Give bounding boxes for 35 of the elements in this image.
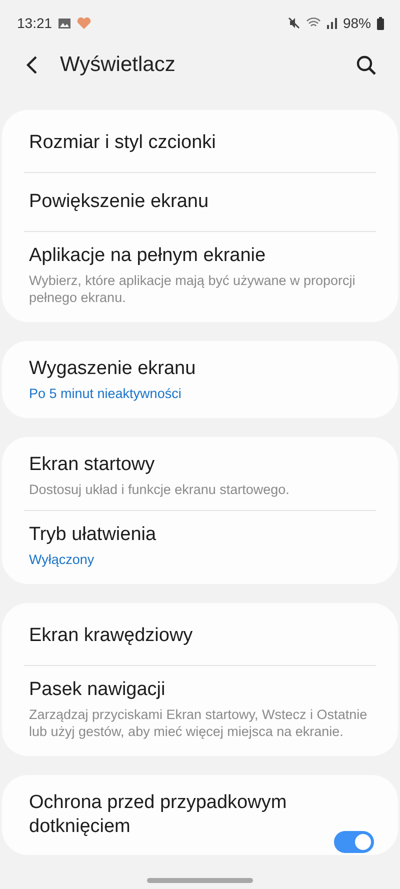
settings-item[interactable]: Tryb ułatwienia Wyłączony <box>2 511 398 580</box>
item-description: Zarządzaj przyciskami Ekran startowy, Wstecz i Ostatnie lub użyj gestów, aby mieć więcej miejsca na ekranie. <box>29 706 368 740</box>
wifi-icon <box>306 17 321 29</box>
signal-icon <box>326 18 337 28</box>
settings-item[interactable]: Ekran krawędziowy <box>2 607 398 665</box>
settings-item[interactable]: Rozmiar i styl czcionki <box>2 114 398 172</box>
item-description: Dostosuj układ i funkcje ekranu startowego. <box>29 481 290 498</box>
item-title: Ekran startowy <box>29 453 156 477</box>
settings-item[interactable]: Aplikacje na pełnym ekranie Wybierz, które aplikacje mają być używane w proporcji pełnego ekranu. <box>2 232 398 318</box>
item-value: Wyłączony <box>29 551 96 568</box>
settings-item[interactable]: Powiększenie ekranu <box>2 173 398 231</box>
settings-item[interactable]: Ekran startowy Dostosuj układ i funkcje ekranu startowego. <box>2 441 398 510</box>
item-title: Tryb ułatwienia <box>29 523 158 547</box>
item-title: Ekran krawędziowy <box>29 624 194 648</box>
item-value: Po 5 minut nieaktywności <box>29 385 182 402</box>
mute-icon <box>288 17 300 29</box>
status-time: 13:21 <box>17 15 52 31</box>
page-title: Wyświetlacz <box>60 53 176 77</box>
image-icon <box>58 18 72 28</box>
back-button[interactable] <box>26 55 38 75</box>
item-title: Wygaszenie ekranu <box>29 357 197 381</box>
settings-item[interactable]: Wygaszenie ekranu Po 5 minut nieaktywności <box>2 345 398 414</box>
search-button[interactable] <box>356 55 376 75</box>
item-title: Powiększenie ekranu <box>29 190 210 214</box>
settings-item[interactable]: Ochrona przed przypadkowym dotknięciem <box>2 779 398 851</box>
battery-icon <box>377 16 384 30</box>
item-title: Aplikacje na pełnym ekranie <box>29 244 267 268</box>
battery-percent: 98% <box>342 15 371 31</box>
item-description: Wybierz, które aplikacje mają być używane w proporcji pełnego ekranu. <box>29 272 356 306</box>
heart-icon <box>77 17 92 29</box>
item-title: Ochrona przed przypadkowym dotknięciem <box>29 791 288 839</box>
item-title: Rozmiar i styl czcionki <box>29 131 217 155</box>
item-title: Pasek nawigacji <box>29 678 166 702</box>
settings-item[interactable]: Pasek nawigacji Zarządzaj przyciskami Ekran startowy, Wstecz i Ostatnie lub użyj gestów, aby mieć więcej miejsca na ekranie. <box>2 666 398 752</box>
toggle-switch[interactable] <box>334 831 374 853</box>
